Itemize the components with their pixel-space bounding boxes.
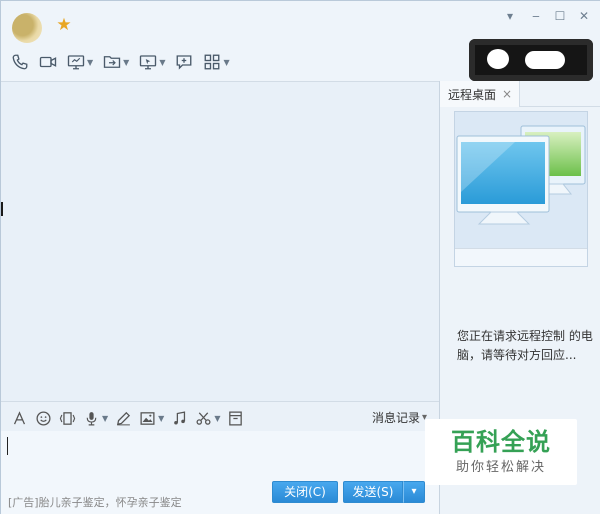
- add-app-button[interactable]: [173, 51, 195, 73]
- emoji-button[interactable]: [35, 408, 52, 428]
- remote-desktop-illustration: [454, 111, 588, 267]
- remote-desktop-icon: [140, 55, 157, 70]
- video-icon: [39, 56, 57, 68]
- input-toolbar: ▼ ▼ ▼ 消息记录 ▾: [1, 401, 439, 431]
- menu-dropdown-icon[interactable]: ▾: [501, 7, 519, 25]
- font-button[interactable]: [11, 408, 28, 428]
- screen-share-button[interactable]: ▼: [65, 51, 95, 73]
- pencil-icon: [117, 411, 131, 425]
- remote-request-status: 您正在请求远程控制 的电脑，请等待对方回应...: [457, 329, 593, 362]
- shake-button[interactable]: [59, 408, 76, 428]
- minimize-icon[interactable]: ‒: [527, 7, 545, 25]
- shake-window-icon: [59, 411, 76, 425]
- star-icon[interactable]: ★: [54, 15, 74, 35]
- archive-button[interactable]: [227, 408, 244, 428]
- screenshot-button[interactable]: ▼: [195, 408, 220, 428]
- chevron-down-icon: ▼: [159, 57, 166, 67]
- maximize-icon[interactable]: ☐: [551, 7, 569, 25]
- file-transfer-icon: [103, 56, 121, 68]
- scissors-icon: [196, 411, 211, 425]
- input-tool-row: ▼ ▼ ▼: [11, 408, 244, 428]
- chevron-down-icon: ▼: [102, 413, 109, 423]
- smiley-icon: [36, 410, 51, 426]
- image-button[interactable]: ▼: [139, 408, 164, 428]
- close-icon[interactable]: ✕: [575, 7, 593, 25]
- remote-desktop-button[interactable]: ▼: [137, 51, 167, 73]
- chat-window: ★ ▾ ‒ ☐ ✕ ▼ ▼ ▼ ▼ 远程桌面 × 您正在请求远程控制 的电脑，请…: [0, 0, 600, 514]
- chevron-down-icon: ▼: [158, 413, 165, 423]
- illustration-footer: [455, 248, 587, 266]
- message-history-area[interactable]: [1, 81, 439, 401]
- watermark-logo: 百科全说 助你轻松解决: [425, 419, 577, 485]
- phone-icon: [12, 54, 28, 70]
- video-call-button[interactable]: [37, 51, 59, 73]
- watermark-subtitle: 助你轻松解决: [455, 460, 546, 475]
- chevron-down-icon: ▼: [123, 57, 130, 67]
- send-options-button[interactable]: ▾: [403, 481, 425, 503]
- screen-share-icon: [67, 55, 85, 70]
- ad-link[interactable]: [广告]胎儿亲子鉴定，怀孕亲子鉴定: [8, 494, 182, 510]
- message-history-button[interactable]: 消息记录 ▾: [372, 409, 427, 426]
- chevron-down-icon: ▼: [223, 57, 230, 67]
- chevron-down-icon: ▼: [87, 57, 94, 67]
- panel-tab-bar: 远程桌面 ×: [440, 81, 600, 107]
- apps-grid-icon: [205, 54, 220, 70]
- font-icon: [13, 410, 26, 424]
- send-button[interactable]: 发送(S): [343, 481, 403, 503]
- chat-toolbar: ▼ ▼ ▼ ▼: [9, 51, 232, 73]
- close-button[interactable]: 关闭(C): [272, 481, 338, 503]
- voice-message-button[interactable]: ▼: [83, 408, 108, 428]
- voice-call-button[interactable]: [9, 51, 31, 73]
- tab-remote-desktop[interactable]: 远程桌面 ×: [440, 81, 520, 107]
- add-app-icon: [177, 55, 192, 70]
- computers-icon: [455, 112, 587, 248]
- microphone-icon: [86, 411, 97, 425]
- file-transfer-button[interactable]: ▼: [101, 51, 131, 73]
- doodle-button[interactable]: [115, 408, 132, 428]
- music-note-icon: [174, 410, 186, 425]
- title-bar: ★ ▾ ‒ ☐ ✕ ▼ ▼ ▼ ▼: [1, 1, 600, 81]
- text-cursor: [7, 437, 8, 455]
- image-icon: [140, 411, 155, 425]
- tab-label: 远程桌面: [448, 87, 497, 102]
- history-label: 消息记录: [371, 411, 420, 425]
- avatar[interactable]: [12, 13, 42, 43]
- music-button[interactable]: [171, 408, 188, 428]
- archive-icon: [229, 410, 243, 426]
- watermark-title: 百科全说: [451, 428, 551, 456]
- redacted-contact-image: [469, 39, 593, 81]
- apps-grid-button[interactable]: ▼: [201, 51, 231, 73]
- close-icon[interactable]: ×: [502, 87, 512, 101]
- chevron-down-icon: ▼: [214, 413, 221, 423]
